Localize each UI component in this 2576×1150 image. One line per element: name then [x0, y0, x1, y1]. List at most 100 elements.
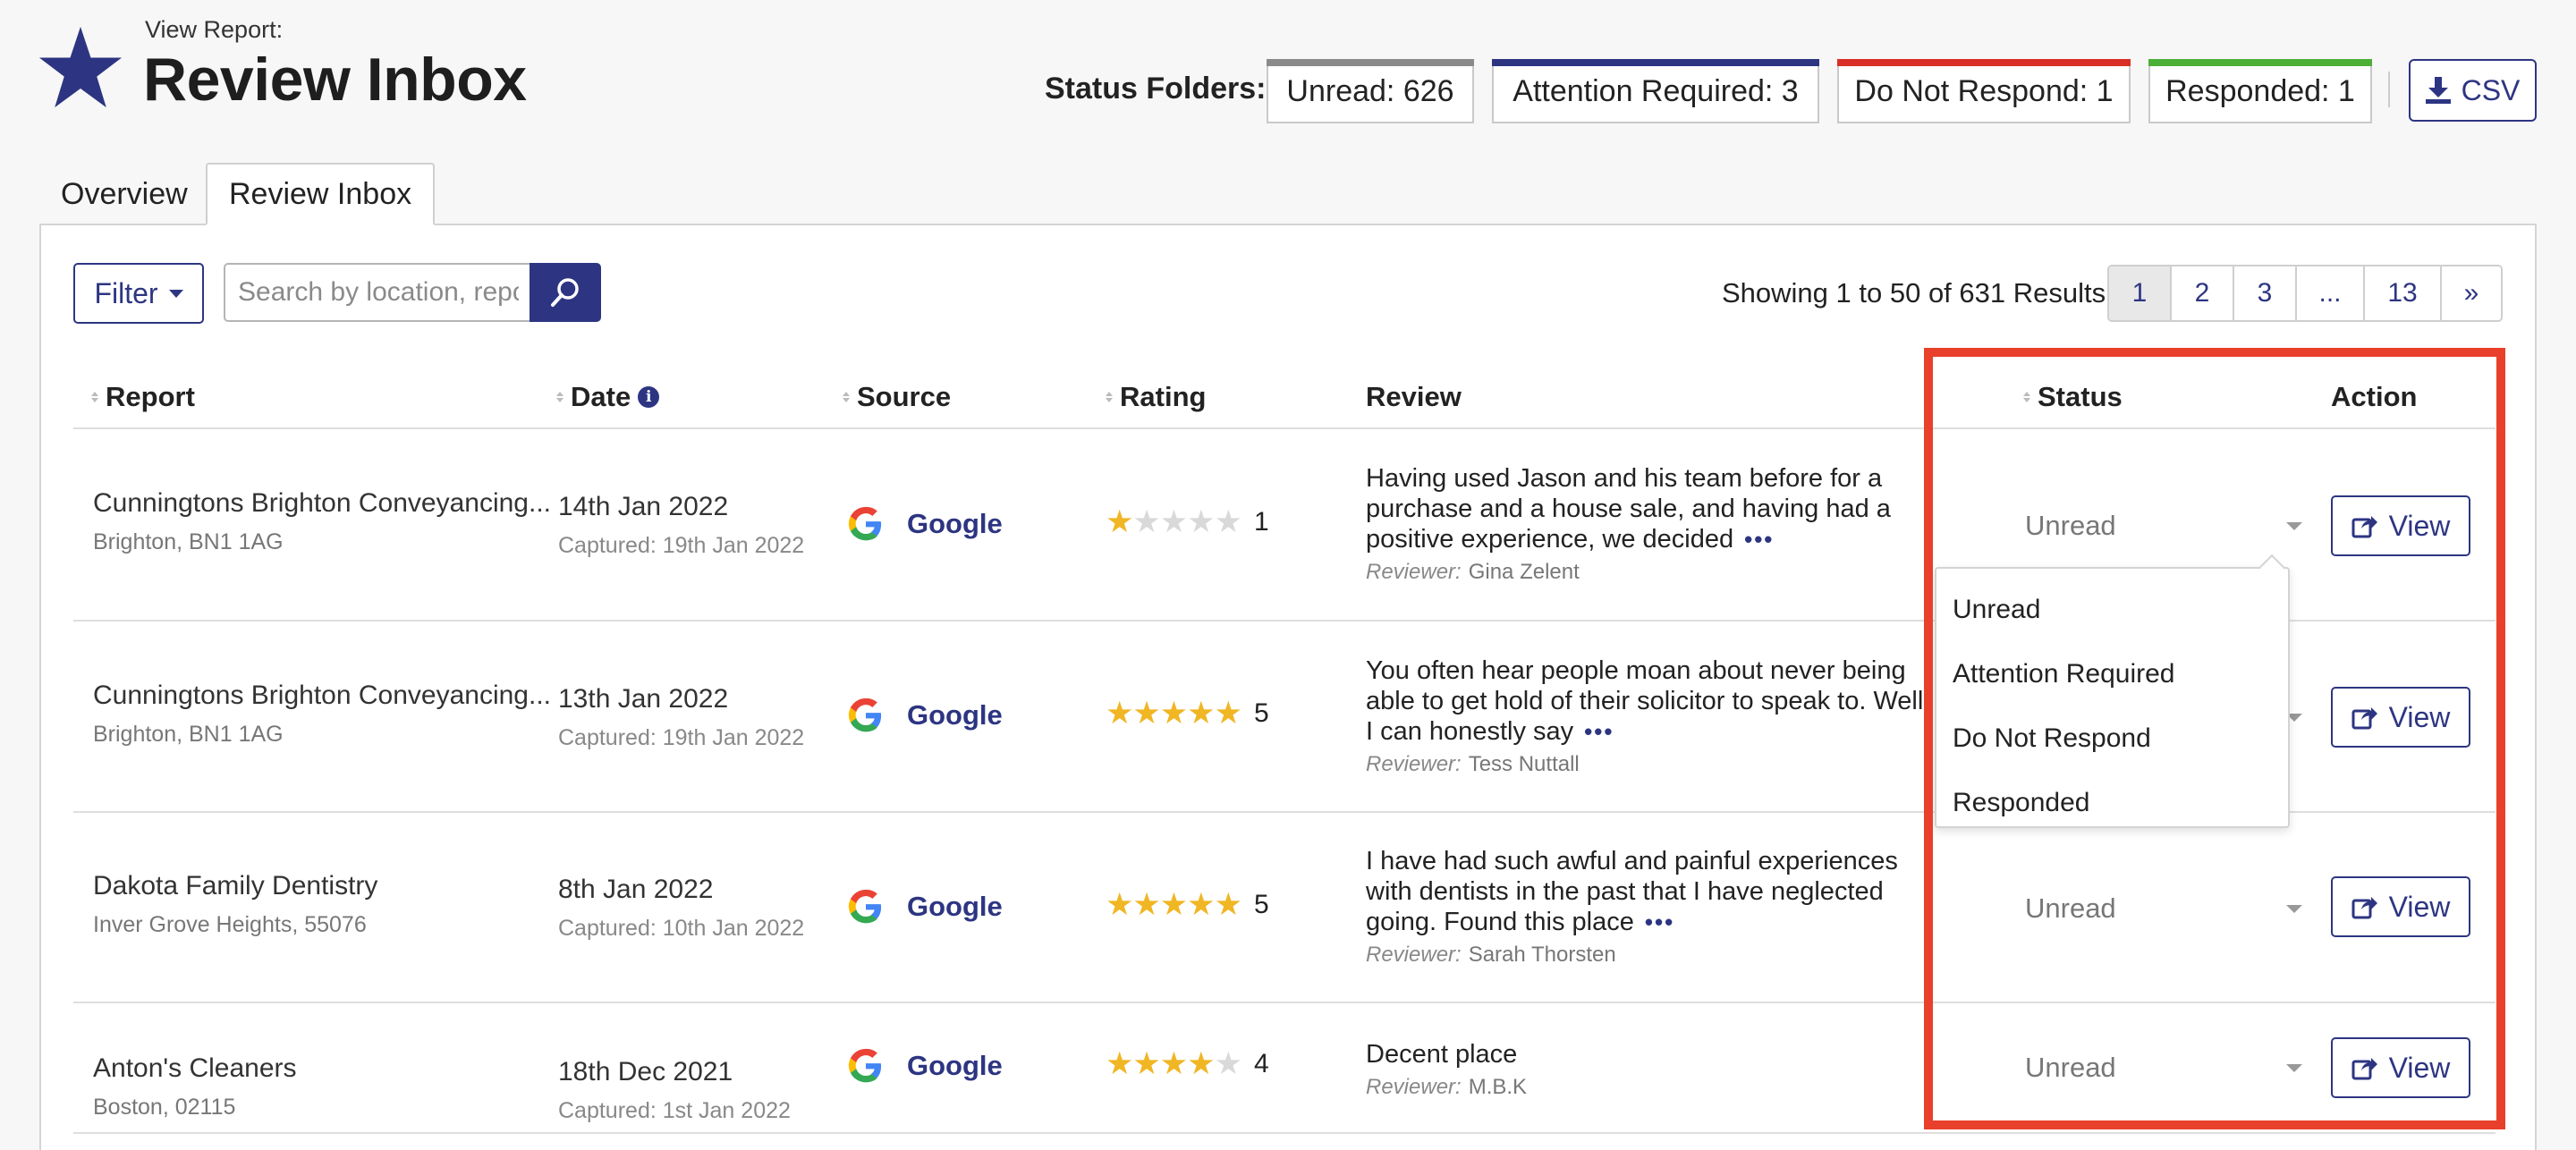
review-date: 8th Jan 2022	[558, 875, 714, 904]
folder-unread[interactable]: Unread: 626	[1267, 59, 1474, 123]
column-header-report[interactable]: Report	[91, 381, 195, 413]
captured-date: Captured: 1st Jan 2022	[558, 1098, 791, 1123]
reviewer-name: M.B.K	[1468, 1075, 1528, 1099]
review-text: You often hear people moan about never b…	[1366, 655, 1938, 747]
date-cell: 13th Jan 2022 Captured: 19th Jan 2022	[558, 684, 804, 751]
info-icon[interactable]: i	[638, 386, 660, 408]
view-report-label: View Report:	[145, 16, 284, 43]
folder-label: Do Not Respond: 1	[1854, 73, 2114, 108]
status-dropdown-menu: Unread Attention Required Do Not Respond…	[1935, 554, 2290, 828]
star-icon: ★	[1132, 1046, 1160, 1081]
column-header-date[interactable]: Date i	[556, 381, 660, 413]
status-option-unread[interactable]: Unread	[1936, 578, 2288, 642]
review-cell: Having used Jason and his team before fo…	[1366, 463, 1938, 585]
view-button[interactable]: View	[2331, 687, 2470, 748]
status-select[interactable]: Unread	[2025, 510, 2302, 542]
star-icon: ★	[1159, 504, 1188, 539]
page-2-button[interactable]: 2	[2172, 266, 2234, 320]
rating-value: 4	[1253, 1048, 1269, 1078]
report-name[interactable]: Cunningtons Brighton Conveyancing...	[93, 681, 551, 711]
star-icon: ★	[1159, 1046, 1188, 1081]
view-button[interactable]: View	[2331, 876, 2470, 937]
captured-date: Captured: 19th Jan 2022	[558, 725, 805, 750]
source-name: Google	[907, 508, 1003, 539]
tab-review-inbox[interactable]: Review Inbox	[206, 163, 436, 225]
status-value: Unread	[2025, 1052, 2116, 1083]
status-option-attention-required[interactable]: Attention Required	[1936, 642, 2288, 706]
star-icon: ★	[1106, 504, 1133, 539]
reviewer-line: Reviewer: M.B.K	[1366, 1075, 1938, 1100]
star-icon: ★	[1214, 504, 1242, 539]
status-select[interactable]: Unread	[2025, 1052, 2302, 1084]
column-header-rating[interactable]: Rating	[1106, 381, 1206, 413]
view-button[interactable]: View	[2331, 1037, 2470, 1098]
search-input[interactable]	[224, 263, 531, 322]
review-cell: Decent place Reviewer: M.B.K	[1366, 1039, 1938, 1100]
tab-overview[interactable]: Overview	[39, 163, 209, 225]
report-name[interactable]: Cunningtons Brighton Conveyancing...	[93, 488, 551, 519]
more-icon[interactable]: •••	[1744, 526, 1774, 553]
review-snippet: Having used Jason and his team before fo…	[1366, 464, 1891, 554]
report-cell: Dakota Family Dentistry Inver Grove Heigh…	[93, 871, 377, 938]
rating-cell: ★ ★ ★ ★ ★ 1	[1106, 506, 1269, 537]
folder-responded[interactable]: Responded: 1	[2148, 59, 2372, 123]
page-1-button[interactable]: 1	[2109, 266, 2172, 320]
google-icon	[848, 698, 882, 732]
status-select[interactable]: Unread	[2025, 892, 2302, 925]
source-name: Google	[907, 1050, 1003, 1081]
next-page-button[interactable]: »	[2442, 266, 2501, 320]
folder-attention-required[interactable]: Attention Required: 3	[1492, 59, 1819, 123]
filter-button[interactable]: Filter	[73, 263, 204, 324]
reviewer-name: Gina Zelent	[1468, 560, 1580, 584]
more-icon[interactable]: •••	[1645, 909, 1674, 935]
chevron-down-icon	[168, 289, 183, 298]
column-header-source[interactable]: Source	[843, 381, 951, 413]
view-button[interactable]: View	[2331, 495, 2470, 556]
review-snippet: I have had such awful and painful experi…	[1366, 847, 1898, 936]
column-header-label: Report	[106, 381, 195, 412]
reviewer-name: Tess Nuttall	[1468, 752, 1580, 776]
date-cell: 8th Jan 2022 Captured: 10th Jan 2022	[558, 875, 804, 942]
column-header-review: Review	[1366, 381, 1462, 413]
report-name[interactable]: Anton's Cleaners	[93, 1053, 297, 1084]
star-icon: ★	[1106, 1046, 1133, 1081]
reviewer-line: Reviewer: Tess Nuttall	[1366, 752, 1938, 777]
view-label: View	[2388, 890, 2451, 923]
review-date: 13th Jan 2022	[558, 684, 729, 714]
page-13-button[interactable]: 13	[2365, 266, 2442, 320]
star-icon: ★	[1214, 887, 1242, 922]
view-label: View	[2388, 700, 2451, 733]
star-icon: ★	[1159, 887, 1188, 922]
report-location: Brighton, BN1 1AG	[93, 722, 284, 747]
report-name[interactable]: Dakota Family Dentistry	[93, 871, 377, 901]
divider	[73, 1002, 2496, 1003]
page-3-button[interactable]: 3	[2234, 266, 2297, 320]
rating-cell: ★ ★ ★ ★ ★ 5	[1106, 889, 1269, 920]
date-cell: 14th Jan 2022 Captured: 19th Jan 2022	[558, 492, 804, 559]
star-rating: ★ ★ ★ ★ ★	[1106, 1046, 1242, 1081]
star-icon: ★	[1132, 696, 1160, 731]
folder-do-not-respond[interactable]: Do Not Respond: 1	[1837, 59, 2131, 123]
status-option-do-not-respond[interactable]: Do Not Respond	[1936, 706, 2288, 771]
source-cell: Google	[848, 506, 1003, 542]
star-icon: ★	[1214, 1046, 1242, 1081]
sort-icon	[1106, 392, 1113, 402]
report-location: Inver Grove Heights, 55076	[93, 912, 367, 937]
view-label: View	[2388, 1051, 2451, 1084]
more-icon[interactable]: •••	[1584, 718, 1614, 745]
status-option-responded[interactable]: Responded	[1936, 771, 2288, 835]
star-icon: ★	[1187, 1046, 1215, 1081]
star-icon: ★	[1132, 887, 1160, 922]
star-icon: ★	[1132, 504, 1160, 539]
rating-value: 5	[1253, 889, 1269, 919]
report-cell: Cunningtons Brighton Conveyancing... Brig…	[93, 681, 551, 748]
source-cell: Google	[848, 698, 1003, 733]
source-name: Google	[907, 891, 1003, 922]
column-header-label: Action	[2331, 381, 2418, 412]
csv-download-button[interactable]: CSV	[2409, 59, 2537, 122]
report-cell: Anton's Cleaners Boston, 02115	[93, 1053, 297, 1120]
column-header-status[interactable]: Status	[2023, 381, 2123, 413]
chevron-down-icon	[2286, 904, 2302, 913]
review-date: 14th Jan 2022	[558, 492, 729, 521]
search-button[interactable]	[530, 263, 601, 322]
